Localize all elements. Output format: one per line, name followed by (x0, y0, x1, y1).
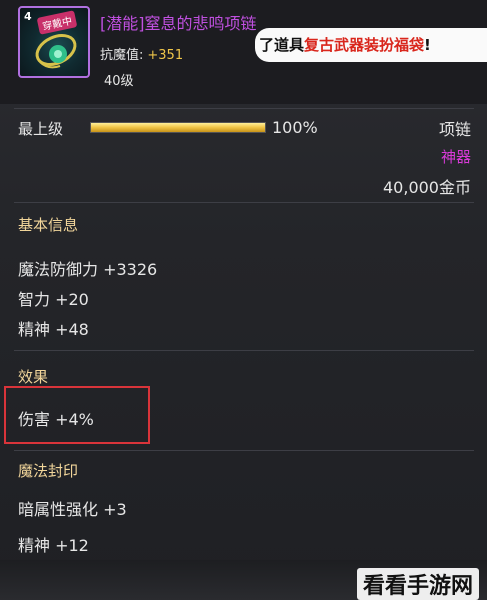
upgrade-progress-bar (90, 122, 266, 133)
section-title-effect: 效果 (18, 368, 49, 386)
item-tooltip: 4 穿戴中 [潜能]窒息的悲鸣项链 抗魔值: +351 40级 了道具复古武器装扮… (0, 0, 487, 600)
divider (14, 108, 474, 109)
divider (14, 450, 474, 451)
tooltip-header: 4 穿戴中 [潜能]窒息的悲鸣项链 抗魔值: +351 40级 了道具复古武器装扮… (0, 0, 487, 104)
notice-suffix: ! (424, 36, 431, 54)
stat-spirit: 精神 +48 (18, 320, 89, 339)
site-watermark: 看看手游网 (356, 568, 479, 600)
item-rarity: 神器 (440, 148, 471, 166)
item-stat-label: 抗魔值: (100, 48, 144, 63)
divider (14, 202, 474, 203)
highlight-box (4, 386, 150, 444)
item-type: 项链 (438, 120, 471, 139)
stat-dark-element: 暗属性强化 +3 (18, 500, 127, 519)
notice-highlight: 复古武器装扮福袋 (304, 36, 425, 54)
item-level-badge: 4 (24, 10, 32, 23)
section-title-magic-seal: 魔法封印 (18, 462, 79, 480)
upgrade-percent: 100% (272, 118, 318, 137)
upgrade-label: 最上级 (18, 120, 64, 138)
stat-seal-spirit: 精神 +12 (18, 536, 89, 555)
necklace-icon (35, 33, 77, 69)
system-notice-banner: 了道具复古武器装扮福袋! (255, 28, 487, 62)
item-main-stat: 抗魔值: +351 (100, 44, 183, 63)
item-required-level: 40级 (104, 74, 134, 89)
divider (14, 350, 474, 351)
item-price: 40,000金币 (383, 178, 471, 197)
upgrade-progress-fill (91, 123, 265, 132)
stat-magic-defense: 魔法防御力 +3326 (18, 260, 158, 279)
stat-intelligence: 智力 +20 (18, 290, 89, 309)
item-title: [潜能]窒息的悲鸣项链 (100, 14, 257, 33)
notice-prefix: 了道具 (259, 36, 305, 54)
section-title-basic-info: 基本信息 (18, 216, 79, 234)
item-stat-value: +351 (147, 48, 184, 63)
item-icon[interactable]: 4 穿戴中 (18, 6, 90, 78)
